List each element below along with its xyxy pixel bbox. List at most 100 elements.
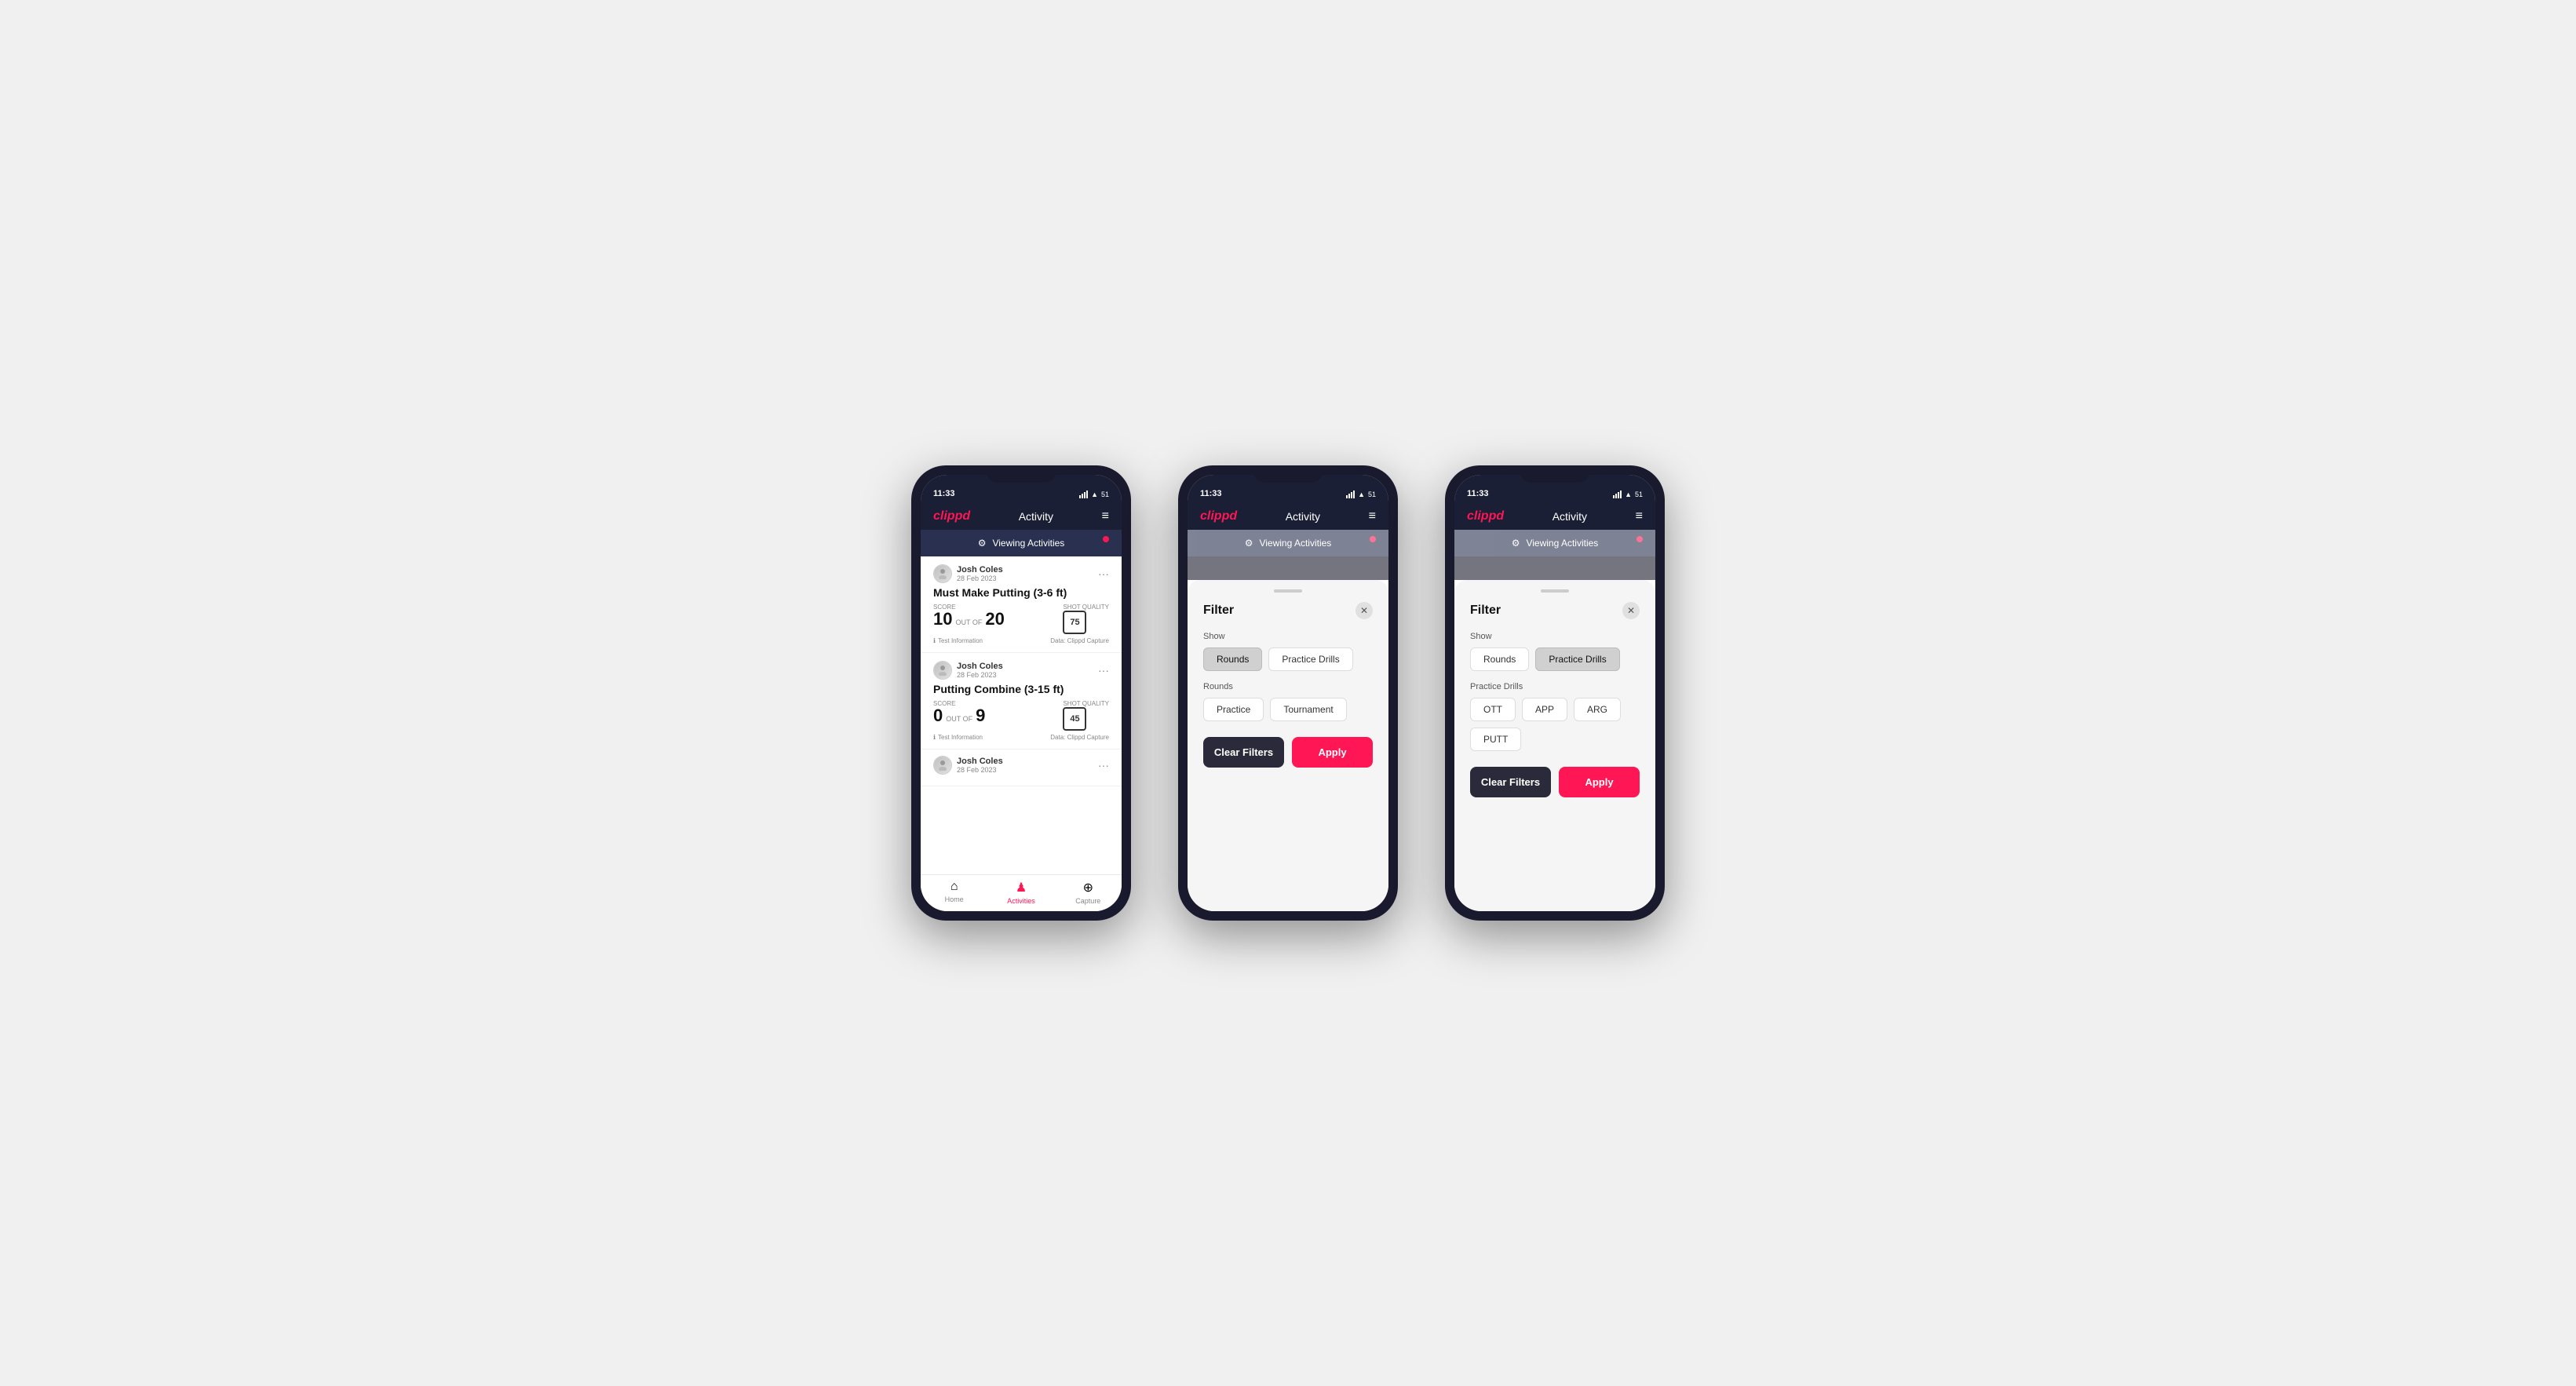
out-of-label-2: OUT OF <box>946 715 972 723</box>
show-filter-buttons-2: Rounds Practice Drills <box>1203 647 1373 671</box>
score-value-1: 10 <box>933 611 952 628</box>
filter-sheet-3: Filter ✕ Show Rounds Practice Drills Pra… <box>1454 580 1655 911</box>
header-title-1: Activity <box>1019 510 1053 523</box>
sheet-header-3: Filter ✕ <box>1470 602 1640 619</box>
menu-icon-3[interactable]: ≡ <box>1636 509 1643 523</box>
apply-btn-3[interactable]: Apply <box>1559 767 1640 797</box>
arg-btn-3[interactable]: ARG <box>1574 698 1621 721</box>
notification-dot-3 <box>1636 536 1643 542</box>
signal-icon-1 <box>1079 491 1088 498</box>
filter-title-3: Filter <box>1470 604 1501 618</box>
user-info-1: Josh Coles 28 Feb 2023 <box>933 564 1003 583</box>
activity-header-1: Josh Coles 28 Feb 2023 ··· <box>933 564 1109 583</box>
shots-value-2: 9 <box>976 707 985 724</box>
wifi-icon-2: ▲ <box>1358 491 1365 498</box>
more-options-3[interactable]: ··· <box>1098 759 1109 771</box>
ott-btn-3[interactable]: OTT <box>1470 698 1516 721</box>
user-date-2: 28 Feb 2023 <box>957 671 1003 679</box>
rounds-tab-btn-2[interactable]: Rounds <box>1203 647 1262 671</box>
sheet-handle-3 <box>1541 589 1569 593</box>
tournament-btn-2[interactable]: Tournament <box>1270 698 1346 721</box>
rounds-tab-btn-3[interactable]: Rounds <box>1470 647 1529 671</box>
app-header-3: clippd Activity ≡ <box>1454 503 1655 530</box>
activity-list-1: Josh Coles 28 Feb 2023 ··· Must Make Put… <box>921 556 1122 874</box>
logo-2: clippd <box>1200 509 1237 523</box>
rounds-filter-buttons-2: Practice Tournament <box>1203 698 1373 721</box>
avatar-2 <box>933 661 952 680</box>
user-name-3: Josh Coles <box>957 757 1003 766</box>
status-time-1: 11:33 <box>933 489 955 498</box>
clear-filters-btn-2[interactable]: Clear Filters <box>1203 737 1284 768</box>
activity-item-1[interactable]: Josh Coles 28 Feb 2023 ··· Must Make Put… <box>921 556 1122 653</box>
data-source-2: Data: Clippd Capture <box>1050 734 1109 741</box>
notch-2 <box>1253 465 1323 483</box>
practice-drills-filter-buttons-3: OTT APP ARG PUTT <box>1470 698 1640 751</box>
activity-title-1: Must Make Putting (3-6 ft) <box>933 586 1109 599</box>
phone-1-screen: 11:33 ▲ 51 clippd Activity ≡ <box>921 475 1122 911</box>
nav-activities-1[interactable]: ♟ Activities <box>987 880 1054 905</box>
close-filter-3[interactable]: ✕ <box>1622 602 1640 619</box>
logo-1: clippd <box>933 509 970 523</box>
practice-drills-section-label-3: Practice Drills <box>1470 682 1640 691</box>
user-name-1: Josh Coles <box>957 565 1003 574</box>
putt-btn-3[interactable]: PUTT <box>1470 728 1521 751</box>
filter-icon-2: ⚙ <box>1245 538 1253 549</box>
scene: 11:33 ▲ 51 clippd Activity ≡ <box>864 418 1712 968</box>
phone-2: 11:33 ▲ 51 clippd Activity ≡ <box>1178 465 1398 921</box>
shot-quality-label-2: Shot Quality <box>1063 700 1109 707</box>
show-filter-buttons-3: Rounds Practice Drills <box>1470 647 1640 671</box>
filter-icon-3: ⚙ <box>1512 538 1520 549</box>
shot-quality-badge-2: 45 <box>1063 707 1086 731</box>
show-label-3: Show <box>1470 632 1640 641</box>
signal-icon-2 <box>1346 491 1355 498</box>
avatar-3 <box>933 756 952 775</box>
rounds-section-label-2: Rounds <box>1203 682 1373 691</box>
viewing-bar-2[interactable]: ⚙ Viewing Activities <box>1188 530 1388 556</box>
activity-item-2[interactable]: Josh Coles 28 Feb 2023 ··· Putting Combi… <box>921 653 1122 750</box>
menu-icon-1[interactable]: ≡ <box>1102 509 1109 523</box>
dimmed-list-3 <box>1454 556 1655 580</box>
score-value-2: 0 <box>933 707 943 724</box>
clear-filters-btn-3[interactable]: Clear Filters <box>1470 767 1551 797</box>
user-name-2: Josh Coles <box>957 662 1003 671</box>
notch-1 <box>986 465 1056 483</box>
header-title-3: Activity <box>1553 510 1587 523</box>
activities-icon-1: ♟ <box>1016 880 1027 895</box>
battery-icon-1: 51 <box>1101 491 1109 498</box>
test-info-2: ℹ Test Information <box>933 734 983 741</box>
close-filter-2[interactable]: ✕ <box>1356 602 1373 619</box>
more-options-1[interactable]: ··· <box>1098 567 1109 580</box>
stats-row-1: Score 10 OUT OF 20 Shot Quality 75 <box>933 604 1109 634</box>
practice-drills-tab-btn-3[interactable]: Practice Drills <box>1535 647 1619 671</box>
menu-icon-2[interactable]: ≡ <box>1369 509 1376 523</box>
user-info-3: Josh Coles 28 Feb 2023 <box>933 756 1003 775</box>
viewing-bar-3[interactable]: ⚙ Viewing Activities <box>1454 530 1655 556</box>
nav-capture-1[interactable]: ⊕ Capture <box>1055 880 1122 905</box>
nav-home-label-1: Home <box>945 895 964 903</box>
phone-2-screen: 11:33 ▲ 51 clippd Activity ≡ <box>1188 475 1388 911</box>
shots-value-1: 20 <box>985 611 1004 628</box>
more-options-2[interactable]: ··· <box>1098 664 1109 677</box>
notch-3 <box>1520 465 1590 483</box>
filter-title-2: Filter <box>1203 604 1234 618</box>
out-of-label-1: OUT OF <box>955 618 982 626</box>
nav-activities-label-1: Activities <box>1007 897 1035 905</box>
viewing-bar-1[interactable]: ⚙ Viewing Activities <box>921 530 1122 556</box>
sheet-footer-2: Clear Filters Apply <box>1203 737 1373 768</box>
nav-home-1[interactable]: ⌂ Home <box>921 880 987 905</box>
sheet-footer-3: Clear Filters Apply <box>1470 767 1640 797</box>
app-header-1: clippd Activity ≡ <box>921 503 1122 530</box>
practice-drills-tab-btn-2[interactable]: Practice Drills <box>1268 647 1352 671</box>
notification-dot-1 <box>1103 536 1109 542</box>
practice-btn-2[interactable]: Practice <box>1203 698 1264 721</box>
apply-btn-2[interactable]: Apply <box>1292 737 1373 768</box>
activity-item-3[interactable]: Josh Coles 28 Feb 2023 ··· <box>921 750 1122 786</box>
activity-footer-2: ℹ Test Information Data: Clippd Capture <box>933 734 1109 741</box>
nav-capture-label-1: Capture <box>1075 897 1100 905</box>
status-time-2: 11:33 <box>1200 489 1222 498</box>
app-btn-3[interactable]: APP <box>1522 698 1567 721</box>
avatar-1 <box>933 564 952 583</box>
viewing-bar-text-3: Viewing Activities <box>1526 538 1598 549</box>
battery-icon-3: 51 <box>1635 491 1643 498</box>
status-icons-1: ▲ 51 <box>1079 491 1109 498</box>
